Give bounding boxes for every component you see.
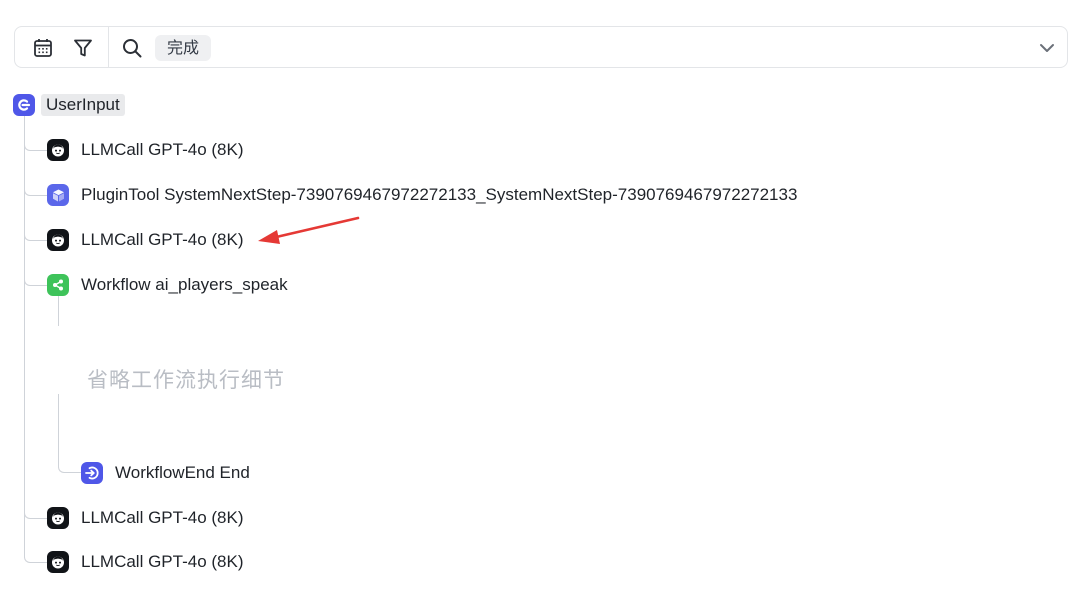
search-icon[interactable] xyxy=(120,36,144,60)
tree-branch xyxy=(24,508,47,519)
status-filter-tag[interactable]: 完成 xyxy=(155,35,212,61)
tree-node-userinput[interactable]: UserInput xyxy=(13,93,125,117)
workflow-child-line xyxy=(58,296,59,326)
tree-node-label: LLMCall GPT-4o (8K) xyxy=(81,552,244,571)
workflow-child-line xyxy=(58,394,59,434)
tree-node-workflowend[interactable]: WorkflowEnd End xyxy=(81,461,250,485)
tree-node-label: PluginTool SystemNextStep-73907694679722… xyxy=(81,185,798,204)
filter-icon[interactable] xyxy=(71,36,95,60)
trace-toolbar: 完成 xyxy=(14,26,1068,68)
user-input-icon xyxy=(13,94,35,116)
tree-node-llmcall[interactable]: LLMCall GPT-4o (8K) xyxy=(47,506,244,530)
llm-robot-icon xyxy=(47,229,69,251)
tree-node-label: LLMCall GPT-4o (8K) xyxy=(81,140,244,159)
tree-trunk-line xyxy=(24,116,25,552)
llm-robot-icon xyxy=(47,139,69,161)
workflow-child-branch xyxy=(58,434,81,473)
tree-branch xyxy=(24,230,47,241)
workflow-share-icon xyxy=(47,274,69,296)
llm-robot-icon xyxy=(47,551,69,573)
workflow-end-icon xyxy=(81,462,103,484)
tree-node-llmcall[interactable]: LLMCall GPT-4o (8K) xyxy=(47,138,244,162)
tree-node-plugintool[interactable]: PluginTool SystemNextStep-73907694679722… xyxy=(47,183,797,207)
tree-node-llmcall[interactable]: LLMCall GPT-4o (8K) xyxy=(47,228,244,252)
trace-panel: 完成 UserInput LLMCall GPT-4o (8K) PluginT… xyxy=(0,0,1080,590)
omitted-workflow-details-note: 省略工作流执行细节 xyxy=(87,368,285,392)
tree-branch xyxy=(24,275,47,286)
llm-robot-icon xyxy=(47,507,69,529)
annotation-arrow-icon xyxy=(258,216,360,244)
tree-node-label: UserInput xyxy=(41,94,125,116)
tree-branch xyxy=(24,185,47,196)
plugin-cube-icon xyxy=(47,184,69,206)
tree-node-label: Workflow ai_players_speak xyxy=(81,275,288,294)
tree-branch xyxy=(24,140,47,151)
tree-node-llmcall[interactable]: LLMCall GPT-4o (8K) xyxy=(47,550,244,574)
calendar-icon[interactable] xyxy=(31,36,55,60)
tree-node-workflow[interactable]: Workflow ai_players_speak xyxy=(47,273,288,297)
tree-branch xyxy=(24,552,47,563)
tree-node-label: LLMCall GPT-4o (8K) xyxy=(81,230,244,249)
chevron-down-icon[interactable] xyxy=(1035,36,1059,60)
toolbar-divider xyxy=(108,27,109,67)
tree-node-label: LLMCall GPT-4o (8K) xyxy=(81,508,244,527)
tree-node-label: WorkflowEnd End xyxy=(115,463,250,482)
